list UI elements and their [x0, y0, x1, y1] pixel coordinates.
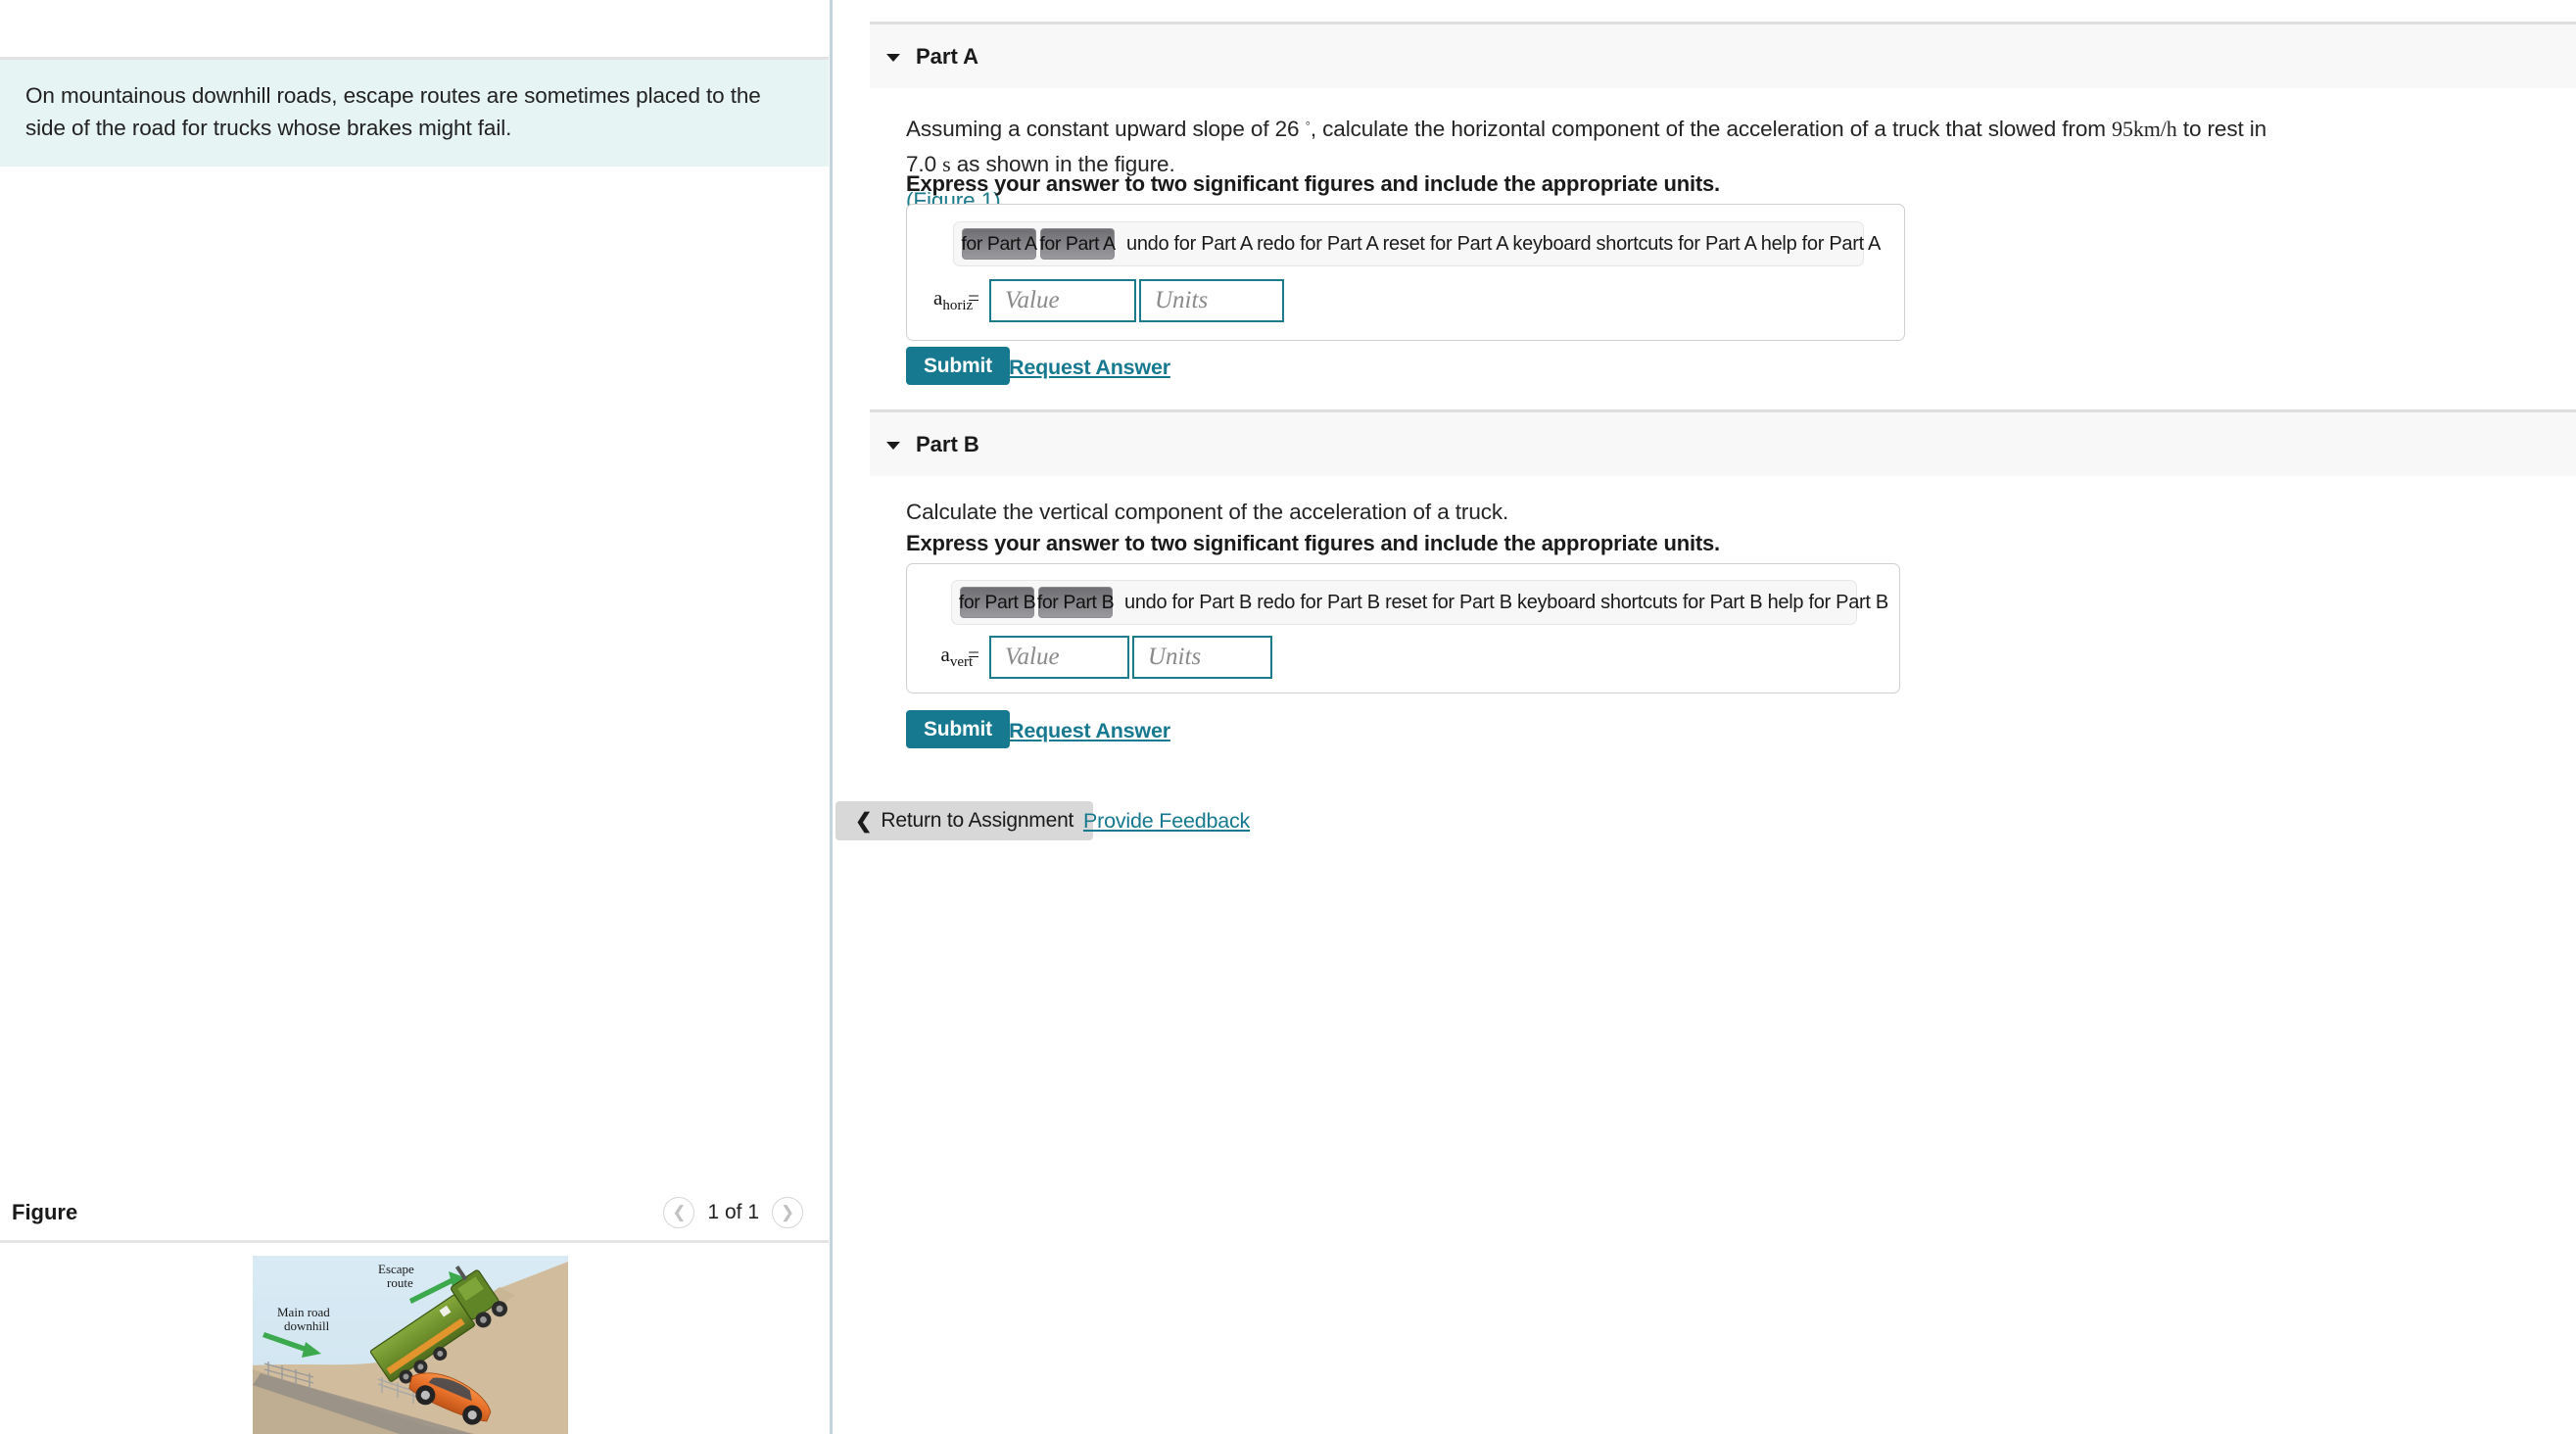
- part-b-header[interactable]: Part B: [870, 409, 2576, 476]
- part-a-request-answer-link[interactable]: Request Answer: [1009, 356, 1170, 380]
- question-mid: , calculate the horizontal component of …: [1310, 117, 2113, 141]
- figure-prev-button[interactable]: ❮: [663, 1197, 695, 1228]
- part-b-toolbar-actions[interactable]: undo for Part B redo for Part B reset fo…: [1124, 592, 1888, 614]
- part-a-variable-label: ahoriz=: [933, 286, 979, 314]
- figure-page-count: 1 of 1: [707, 1201, 759, 1223]
- figure-divider: [0, 1240, 829, 1243]
- part-a-answer-box: for Part A for Part A undo for Part A re…: [906, 204, 1905, 341]
- svg-text:Main road: Main road: [277, 1305, 330, 1319]
- svg-text:route: route: [387, 1275, 413, 1290]
- part-b-units-placeholder: Units: [1148, 644, 1202, 670]
- part-b-value-input[interactable]: Value: [989, 636, 1129, 679]
- part-b-question: Calculate the vertical component of the …: [906, 500, 1509, 524]
- chevron-left-icon: ❮: [855, 809, 873, 833]
- return-to-assignment-button[interactable]: ❮ Return to Assignment: [835, 801, 1094, 840]
- part-a-question: Assuming a constant upward slope of 26 ◦…: [906, 112, 2277, 218]
- provide-feedback-link[interactable]: Provide Feedback: [1083, 809, 1250, 834]
- part-a-label: Part A: [916, 43, 978, 69]
- part-b-variable-label: avert=: [940, 643, 980, 671]
- problem-intro-text: On mountainous downhill roads, escape ro…: [25, 83, 761, 141]
- part-b-answer-row: avert= Value Units: [919, 636, 1272, 679]
- part-b-answer-box: for Part B for Part B undo for Part B re…: [906, 563, 1900, 693]
- part-a-value-placeholder: Value: [1005, 287, 1060, 313]
- figure-pager: ❮ 1 of 1 ❯: [663, 1197, 803, 1228]
- part-a-value-input[interactable]: Value: [989, 279, 1136, 322]
- question-prefix: Assuming a constant upward slope of 26: [906, 117, 1300, 141]
- homework-page: On mountainous downhill roads, escape ro…: [0, 0, 2576, 1434]
- part-b-instruction: Express your answer to two significant f…: [906, 531, 1720, 555]
- part-b-toolbar-button-2[interactable]: for Part B: [1037, 587, 1115, 618]
- svg-text:downhill: downhill: [284, 1318, 330, 1333]
- part-a-toolbar: for Part A for Part A undo for Part A re…: [953, 221, 1881, 266]
- part-a-units-input[interactable]: Units: [1139, 279, 1284, 322]
- part-a-toolbar-button-1[interactable]: for Part A: [961, 228, 1037, 260]
- part-b-submit-button[interactable]: Submit: [906, 710, 1010, 748]
- part-b-request-answer-link[interactable]: Request Answer: [1009, 719, 1170, 743]
- caret-down-icon: [886, 53, 900, 62]
- question-content: Part A Assuming a constant upward slope …: [835, 0, 2576, 1434]
- part-b-label: Part B: [916, 431, 979, 456]
- part-a-toolbar-actions[interactable]: undo for Part A redo for Part A reset fo…: [1126, 233, 1881, 256]
- left-panel: On mountainous downhill roads, escape ro…: [0, 0, 833, 1434]
- chevron-right-icon: ❯: [780, 1203, 795, 1221]
- part-a-toolbar-button-2[interactable]: for Part A: [1039, 228, 1116, 260]
- part-a-units-placeholder: Units: [1155, 287, 1209, 313]
- problem-intro-box: On mountainous downhill roads, escape ro…: [0, 57, 829, 167]
- speed-value: 95km/h: [2112, 117, 2177, 141]
- part-a-submit-button[interactable]: Submit: [906, 347, 1010, 385]
- figure-illustration[interactable]: Escape route Main road downhill: [253, 1256, 568, 1434]
- part-b-toolbar: for Part B for Part B undo for Part B re…: [951, 580, 1888, 625]
- chevron-left-icon: ❮: [672, 1203, 687, 1221]
- part-b-units-input[interactable]: Units: [1132, 636, 1272, 679]
- caret-down-icon: [886, 441, 900, 450]
- svg-text:Escape: Escape: [378, 1262, 414, 1276]
- figure-next-button[interactable]: ❯: [772, 1197, 803, 1228]
- figure-panel-header: Figure ❮ 1 of 1 ❯: [0, 1187, 829, 1238]
- return-to-assignment-label: Return to Assignment: [881, 809, 1074, 832]
- part-b-toolbar-button-1[interactable]: for Part B: [959, 587, 1036, 618]
- part-b-value-placeholder: Value: [1005, 644, 1060, 670]
- part-a-instruction: Express your answer to two significant f…: [906, 171, 1720, 196]
- part-a-answer-row: ahoriz= Value Units: [919, 279, 1284, 322]
- figure-panel-title: Figure: [12, 1200, 78, 1224]
- part-a-header[interactable]: Part A: [870, 22, 2576, 88]
